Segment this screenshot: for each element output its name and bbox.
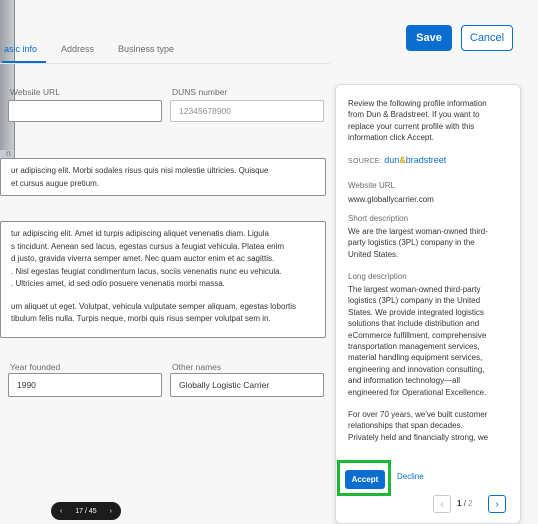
decline-link[interactable]: Decline <box>397 472 424 481</box>
long-line: eCommerce fulfillment, comprehensive <box>348 330 487 340</box>
panel-long-label: Long description <box>348 272 407 281</box>
long-line: and information technology—all <box>348 376 461 386</box>
logo-suffix: bradstreet <box>405 155 447 165</box>
long-line: relationships that span decades. <box>348 421 463 431</box>
long-description-line: tur adipiscing elit. Amet id turpis adip… <box>11 229 269 238</box>
long-description-line: tibulum felis nulla. Turpis neque, morbi… <box>11 314 271 323</box>
page-count: 17 / 45 <box>75 507 97 515</box>
long-description-line: um aliquet ut eget. Volutpat, vehicula v… <box>11 301 297 311</box>
short-description-line: et cursus augue pretium. <box>11 178 100 188</box>
intro-line: from Dun & Bradstreet. If you want to <box>348 110 480 120</box>
short-description-line: ur adipiscing elit. Morbi sodales risus … <box>11 166 269 175</box>
panel-short-description: We are the largest woman-owned third- pa… <box>348 226 508 260</box>
slide-page-indicator: ‹ 17 / 45 › <box>51 502 121 520</box>
short-line: We are the largest woman-owned third- <box>348 227 488 236</box>
long-description-line: . Ultricies amet, id sed odio posuere ve… <box>11 279 225 288</box>
long-spacer <box>348 398 508 409</box>
review-intro: Review the following profile information… <box>348 98 508 144</box>
long-description-spacer <box>11 291 321 301</box>
intro-line: information click Accept. <box>348 133 434 143</box>
dnb-review-panel: Review the following profile information… <box>335 84 521 524</box>
long-description-textarea[interactable]: tur adipiscing elit. Amet id turpis adip… <box>0 221 326 338</box>
long-line: For over 70 years, we've built customer <box>348 410 488 420</box>
short-line: United States. <box>348 249 399 259</box>
long-line: States. We provide integrated logistics <box>348 307 484 317</box>
tab-business-type[interactable]: Business type <box>118 44 174 54</box>
dun-bradstreet-logo: dun&bradstreet <box>384 155 446 165</box>
short-description-label: n <box>6 148 11 158</box>
pager-current: 1 <box>457 499 462 508</box>
left-panel-edge <box>0 0 15 150</box>
year-founded-input[interactable]: 1990 <box>8 373 162 397</box>
save-button[interactable]: Save <box>406 25 452 51</box>
duns-number-input[interactable]: 12345678900 <box>170 100 324 122</box>
duns-number-label: DUNS number <box>172 87 228 97</box>
long-description-line: . Nisl egestas feugiat condimentum lacus… <box>11 266 282 276</box>
chevron-left-icon: ‹ <box>440 498 444 510</box>
panel-long-description: The largest woman-owned third-party logi… <box>348 284 508 443</box>
panel-short-label: Short description <box>348 214 409 223</box>
source-line: SOURCE: dun&bradstreet <box>348 155 446 165</box>
tab-divider <box>0 63 330 64</box>
pager-next-button[interactable]: › <box>488 495 506 513</box>
chevron-right-icon: › <box>495 498 499 510</box>
long-line: The largest woman-owned third-party <box>348 285 481 294</box>
page-next-icon[interactable]: › <box>110 508 112 515</box>
long-line: material handling equipment services, <box>348 353 483 363</box>
long-line: transportation management services, <box>348 342 480 352</box>
long-line: solutions that include distribution and <box>348 319 480 329</box>
logo-prefix: dun <box>384 155 400 165</box>
long-line: logistics (3PL) company in the United <box>348 296 481 306</box>
pager-total: 2 <box>468 499 473 508</box>
long-description-line: d justo, gravida viverra semper amet. Ne… <box>11 254 275 263</box>
panel-website-label: Website URL <box>348 181 395 190</box>
long-description-line: s tincidunt. Aenean sed lacus, egestas c… <box>11 241 285 251</box>
panel-website-value: www.globallycarrier.com <box>348 195 434 204</box>
pager-indicator: 1 / 2 <box>457 499 473 508</box>
pager-prev-button[interactable]: ‹ <box>433 495 451 513</box>
accept-button[interactable]: Accept <box>345 470 385 489</box>
long-line: engineered for Operational Excellence. <box>348 387 487 397</box>
tab-bar: asic info Address Business type <box>0 38 320 62</box>
website-url-label: Website URL <box>10 87 60 97</box>
intro-line: replace your current profile with this <box>348 121 475 131</box>
pager-separator: / <box>463 499 466 508</box>
intro-line: Review the following profile information <box>348 99 487 108</box>
tab-basic-info[interactable]: asic info <box>4 44 37 54</box>
other-names-label: Other names <box>172 362 222 372</box>
other-names-input[interactable]: Globally Logistic Carrier <box>170 373 324 397</box>
short-description-textarea[interactable]: ur adipiscing elit. Morbi sodales risus … <box>0 158 326 196</box>
short-line: party logistics (3PL) company in the <box>348 238 475 248</box>
year-founded-label: Year founded <box>10 362 61 372</box>
source-label: SOURCE: <box>348 158 382 165</box>
long-line: Privately held and financially strong, w… <box>348 432 489 442</box>
website-url-input[interactable] <box>8 100 162 122</box>
tab-address[interactable]: Address <box>61 44 94 54</box>
page-prev-icon[interactable]: ‹ <box>60 508 62 515</box>
cancel-button[interactable]: Cancel <box>461 25 513 51</box>
long-line: engineering and innovation consulting, <box>348 364 485 374</box>
